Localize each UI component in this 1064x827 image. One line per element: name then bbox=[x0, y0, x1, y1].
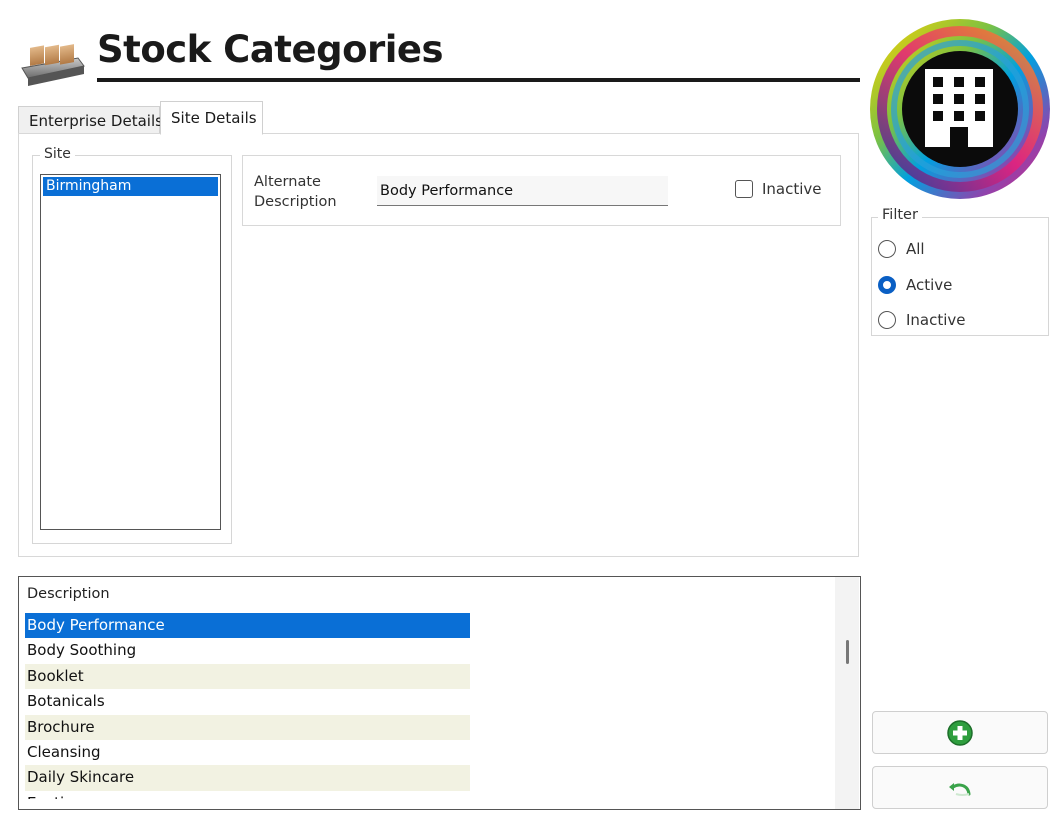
title-underline bbox=[97, 78, 860, 82]
tab-site-details[interactable]: Site Details bbox=[160, 101, 263, 135]
table-row[interactable]: Daily Skincare bbox=[25, 765, 470, 791]
filter-option-active[interactable]: Active bbox=[878, 274, 952, 296]
page-title: Stock Categories bbox=[97, 28, 444, 71]
site-list-item[interactable]: Birmingham bbox=[43, 177, 218, 196]
add-button[interactable] bbox=[872, 711, 1048, 754]
radio-button-selected[interactable] bbox=[878, 276, 896, 294]
filter-option-label: Active bbox=[906, 276, 953, 294]
table-row[interactable]: Exotics bbox=[25, 791, 470, 799]
radio-button[interactable] bbox=[878, 311, 896, 329]
tab-enterprise-details[interactable]: Enterprise Details bbox=[18, 106, 163, 134]
table-row[interactable]: Body Soothing bbox=[25, 638, 470, 663]
stock-boxes-icon bbox=[18, 30, 88, 90]
filter-option-label: All bbox=[906, 240, 925, 258]
site-legend: Site bbox=[40, 146, 75, 162]
undo-icon bbox=[949, 782, 971, 796]
alternate-description-input[interactable] bbox=[377, 176, 668, 206]
grid-column-header-description[interactable]: Description bbox=[27, 586, 110, 602]
building-logo-icon bbox=[868, 17, 1052, 201]
table-row[interactable]: Brochure bbox=[25, 714, 470, 740]
alternate-description-label: Alternate Description bbox=[254, 172, 364, 212]
scrollbar-thumb[interactable] bbox=[846, 640, 849, 664]
inactive-checkbox[interactable] bbox=[735, 180, 753, 198]
alternate-description-label-text: Alternate Description bbox=[254, 174, 337, 210]
table-row[interactable]: Cleansing bbox=[25, 740, 470, 765]
table-row[interactable]: Body Performance bbox=[25, 613, 470, 639]
table-row[interactable]: Botanicals bbox=[25, 689, 470, 714]
filter-legend: Filter bbox=[878, 207, 922, 223]
filter-option-all[interactable]: All bbox=[878, 238, 925, 260]
filter-option-inactive[interactable]: Inactive bbox=[878, 309, 966, 331]
inactive-checkbox-label: Inactive bbox=[762, 180, 822, 198]
filter-option-label: Inactive bbox=[906, 311, 966, 329]
radio-button[interactable] bbox=[878, 240, 896, 258]
add-circle-icon bbox=[947, 719, 973, 746]
undo-button[interactable] bbox=[872, 766, 1048, 809]
table-row[interactable]: Booklet bbox=[25, 663, 470, 690]
grid-rows: Body Performance Body Soothing Booklet B… bbox=[25, 613, 470, 799]
site-list[interactable]: Birmingham bbox=[40, 174, 221, 530]
grid-vertical-scrollbar[interactable] bbox=[835, 577, 859, 809]
